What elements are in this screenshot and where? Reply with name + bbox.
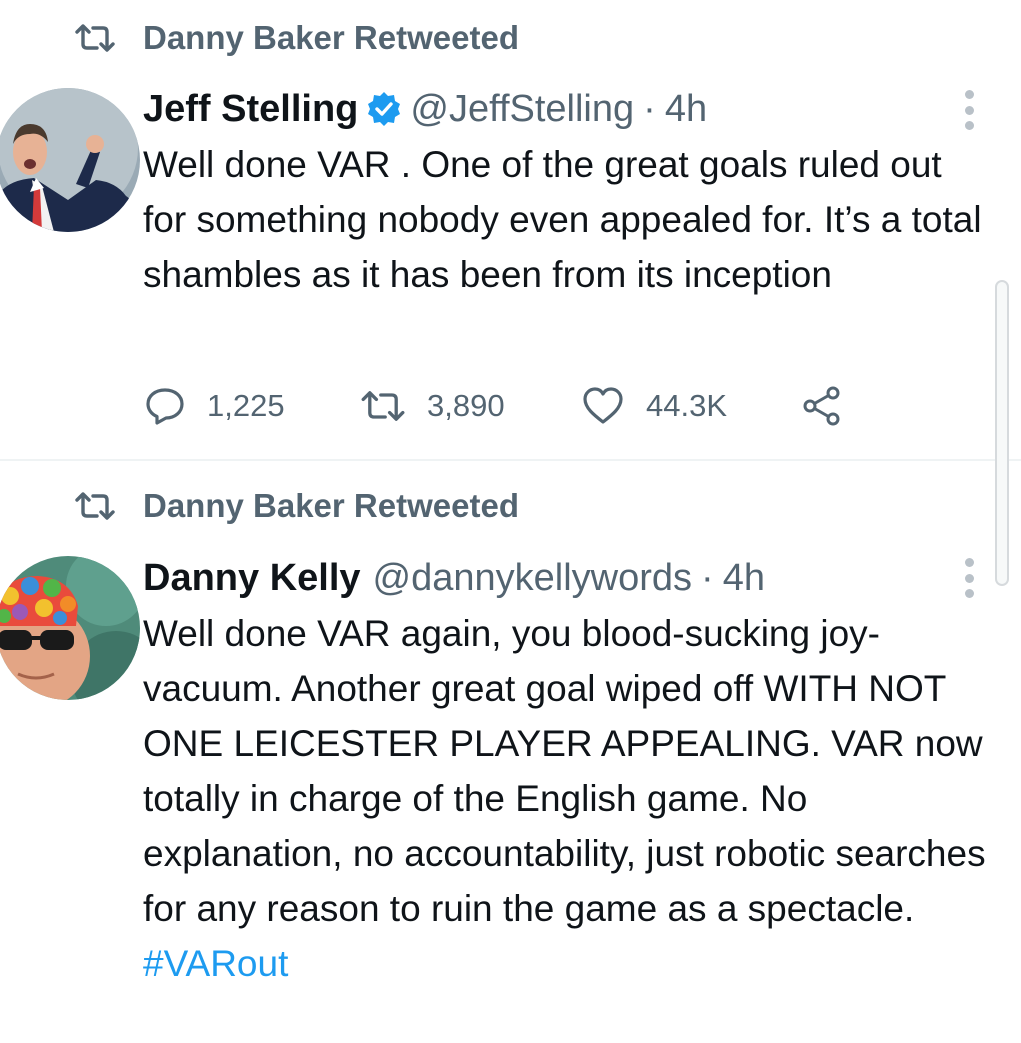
tweet-text: Well done VAR again, you blood-sucking j…	[143, 606, 993, 991]
avatar-image	[0, 88, 140, 232]
author-handle[interactable]: @dannykellywords	[373, 557, 693, 600]
retweet-icon	[361, 391, 405, 421]
timestamp[interactable]: 4h	[723, 557, 765, 600]
separator-dot: ·	[701, 556, 714, 599]
tweet-text: Well done VAR . One of the great goals r…	[143, 144, 982, 295]
retweet-button[interactable]: 3,890	[361, 382, 505, 430]
like-count: 44.3K	[646, 388, 728, 423]
hashtag-link[interactable]: #VARout	[143, 936, 993, 991]
separator-dot: ·	[643, 87, 656, 130]
retweet-icon	[75, 24, 115, 52]
share-icon	[803, 386, 840, 426]
author-name[interactable]: Danny Kelly	[143, 557, 361, 600]
reply-icon	[146, 388, 184, 425]
avatar-image	[0, 556, 140, 700]
scrollbar[interactable]	[995, 280, 1009, 586]
retweet-count: 3,890	[427, 388, 505, 423]
tweet-divider	[0, 459, 1021, 461]
more-options-icon[interactable]	[958, 558, 980, 598]
tweet-body: Well done VAR again, you blood-sucking j…	[143, 613, 986, 929]
retweet-context[interactable]: Danny Baker Retweeted	[75, 18, 519, 58]
retweet-icon	[75, 492, 115, 520]
like-icon	[583, 387, 623, 424]
author-name[interactable]: Jeff Stelling	[143, 88, 358, 131]
share-button[interactable]	[801, 382, 865, 430]
verified-badge-icon	[368, 92, 401, 126]
retweet-context-label: Danny Baker Retweeted	[143, 19, 519, 56]
retweet-context-label: Danny Baker Retweeted	[143, 487, 519, 524]
tweet-header: Danny Kelly @dannykellywords · 4h	[143, 555, 765, 601]
author-handle[interactable]: @JeffStelling	[410, 88, 634, 131]
reply-count: 1,225	[207, 388, 285, 423]
avatar[interactable]	[0, 556, 140, 700]
reply-button[interactable]: 1,225	[145, 382, 285, 430]
timestamp[interactable]: 4h	[665, 88, 707, 131]
tweet-header: Jeff Stelling @JeffStelling · 4h	[143, 86, 707, 132]
more-options-icon[interactable]	[958, 90, 980, 130]
like-button[interactable]: 44.3K	[582, 382, 727, 430]
retweet-context[interactable]: Danny Baker Retweeted	[75, 486, 519, 526]
avatar[interactable]	[0, 88, 140, 232]
